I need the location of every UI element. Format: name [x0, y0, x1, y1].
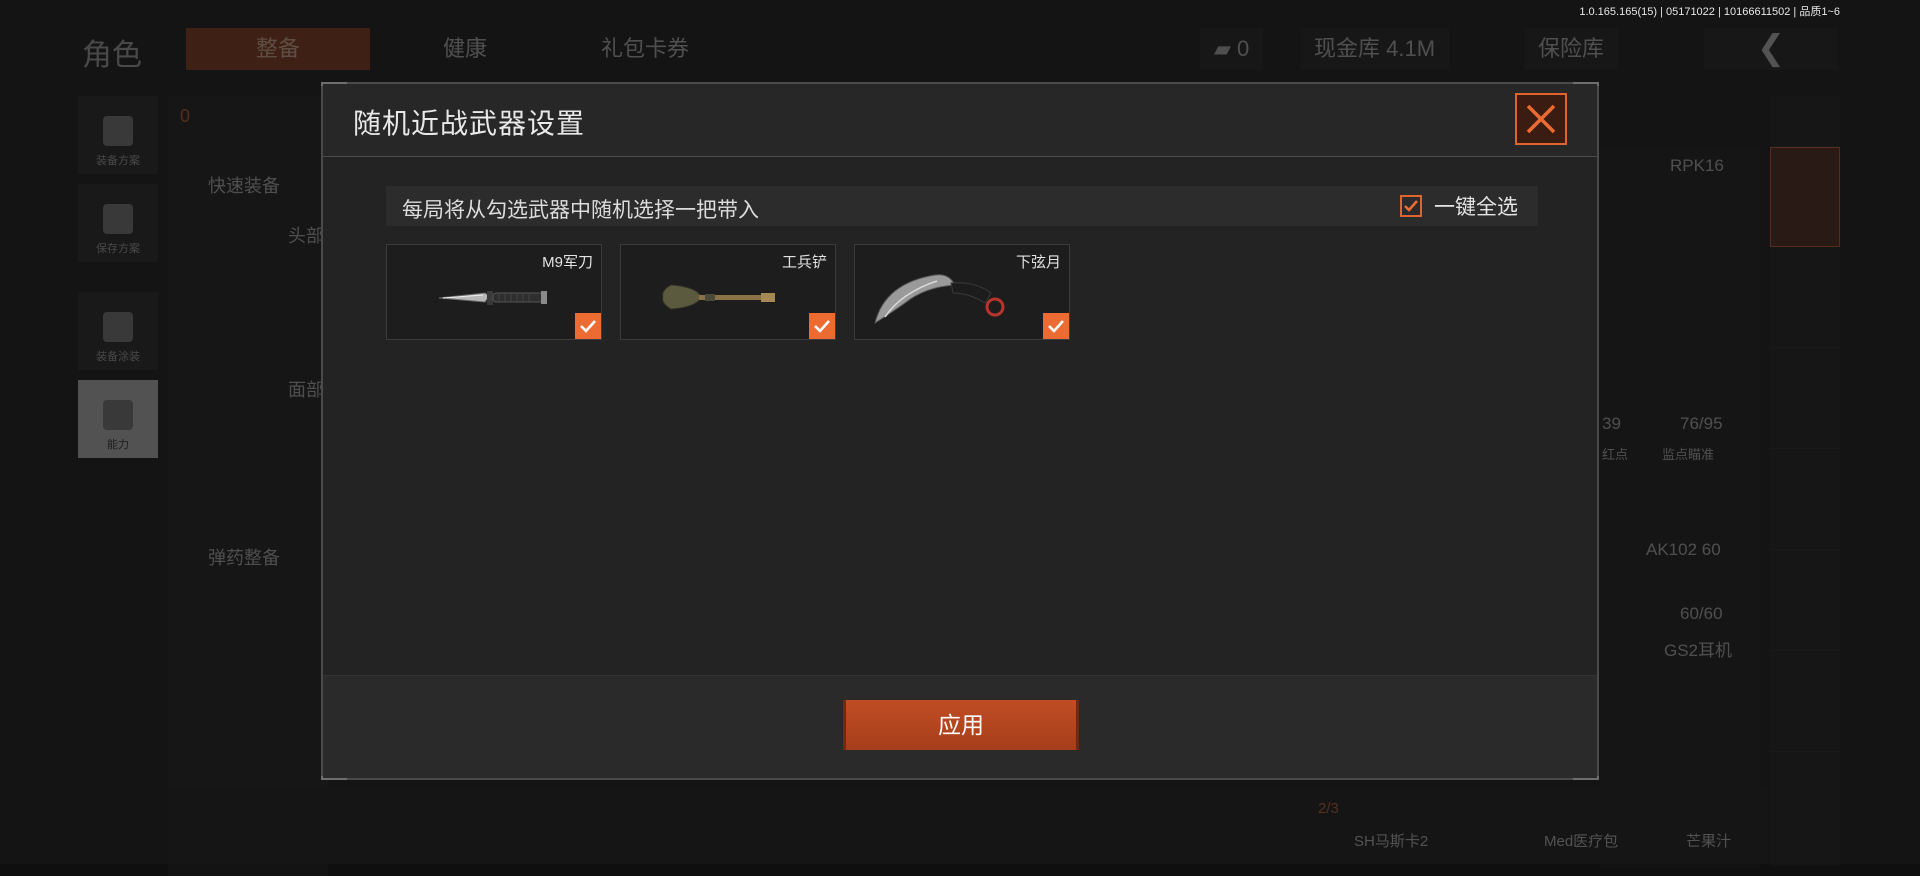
select-all-checkbox[interactable]: [1400, 195, 1422, 217]
insurance-vault[interactable]: 保险库: [1524, 28, 1618, 70]
rail-label: 保存方案: [96, 240, 140, 256]
cash-vault[interactable]: 现金库 4.1M: [1300, 28, 1449, 70]
rail-slot[interactable]: [1770, 449, 1840, 550]
dialog-header: 随机近战武器设置: [323, 84, 1597, 157]
tab-health[interactable]: 健康: [400, 28, 530, 70]
rail-label: 装备涂装: [96, 348, 140, 364]
bottom-item-3: 芒果汁: [1686, 830, 1731, 851]
select-all-toggle[interactable]: 一键全选: [1400, 192, 1518, 220]
weapon-card-karambit[interactable]: 下弦月: [854, 244, 1070, 340]
dialog-footer: 应用: [323, 675, 1597, 778]
currency-value: 0: [1237, 36, 1249, 61]
right-rail: [1770, 96, 1840, 866]
sight-label: 监点瞄准: [1662, 444, 1714, 463]
weapon-card-shovel[interactable]: 工兵铲: [620, 244, 836, 340]
rail-skin[interactable]: 装备涂装: [78, 292, 158, 370]
info-bar: 每局将从勾选武器中随机选择一把带入 一键全选: [386, 186, 1538, 226]
back-button[interactable]: ❮: [1704, 28, 1838, 70]
head-label: 头部: [288, 222, 324, 248]
rail-slot[interactable]: [1770, 247, 1840, 348]
left-equip-panel: 0 快速装备 头部 面部 弹药整备: [168, 96, 328, 876]
ammo2-label: 76/95: [1680, 414, 1723, 434]
build-info: 1.0.165.165(15) | 05171022 | 10166611502…: [1579, 3, 1840, 19]
select-all-label: 一键全选: [1434, 191, 1518, 221]
checkmark-icon: [813, 318, 831, 334]
ammo1-label: 39: [1602, 414, 1621, 434]
shovel-icon: [641, 271, 801, 321]
rail-slot-selected[interactable]: [1770, 147, 1840, 247]
helmet-icon: [103, 312, 133, 342]
dialog-title: 随机近战武器设置: [353, 102, 585, 142]
lightning-hex-icon: [103, 400, 133, 430]
red-dot-label: 红点: [1602, 444, 1628, 463]
random-melee-settings-dialog: 随机近战武器设置 每局将从勾选武器中随机选择一把带入 一键全选 M9军刀: [321, 82, 1599, 780]
currency-counter: ▰ 0: [1200, 28, 1263, 70]
rail-label: 能力: [107, 436, 129, 452]
rail-label: 装备方案: [96, 152, 140, 168]
bottom-item-1: SH马斯卡2: [1354, 830, 1428, 851]
rail-slot[interactable]: [1770, 348, 1840, 449]
weapon-checkbox[interactable]: [809, 313, 835, 339]
checkmark-icon: [579, 318, 597, 334]
role-title: 角色: [82, 30, 142, 74]
info-text: 每局将从勾选武器中随机选择一把带入: [402, 194, 759, 224]
close-icon: [1525, 103, 1557, 135]
weapon-checkbox[interactable]: [1043, 313, 1069, 339]
download-icon: [103, 204, 133, 234]
top-bar: 角色 整备 健康 礼包卡券 ▰ 0 现金库 4.1M 保险库 ❮: [0, 20, 1920, 76]
weapon-name: M9军刀: [542, 251, 593, 272]
rail-slot[interactable]: [1770, 96, 1840, 147]
headset-label: GS2耳机: [1664, 636, 1732, 661]
rail-equip-plan[interactable]: 装备方案: [78, 96, 158, 174]
item-count: 2/3: [1318, 800, 1339, 817]
ak-label: AK102 60: [1646, 540, 1721, 560]
rail-ability[interactable]: 能力: [78, 380, 158, 458]
rail-slot[interactable]: [1770, 550, 1840, 651]
ammo-label[interactable]: 弹药整备: [208, 544, 280, 570]
weapon-card-m9[interactable]: M9军刀: [386, 244, 602, 340]
close-button[interactable]: [1515, 93, 1567, 145]
quick-equip-label[interactable]: 快速装备: [208, 172, 280, 198]
tab-equip[interactable]: 整备: [186, 28, 370, 70]
left-rail: 装备方案 保存方案 装备涂装 能力: [78, 96, 158, 468]
tab-gift-coupons[interactable]: 礼包卡券: [560, 28, 730, 70]
chevron-left-icon: ❮: [1757, 29, 1786, 67]
apply-button[interactable]: 应用: [843, 700, 1079, 750]
rpk-label: RPK16: [1670, 156, 1724, 176]
vest-icon: [103, 116, 133, 146]
weapon-name: 工兵铲: [782, 251, 827, 272]
right-weapon-panel: RPK16 39 76/95 红点 监点瞄准 AK102 60 60/60 GS…: [1600, 150, 1760, 870]
rail-slot[interactable]: [1770, 651, 1840, 752]
checkmark-icon: [1403, 198, 1419, 214]
bayonet-knife-icon: [407, 271, 557, 321]
bottom-inventory-strip: 2/3 SH马斯卡2 Med医疗包 芒果汁: [168, 786, 1768, 864]
rail-save-plan[interactable]: 保存方案: [78, 184, 158, 262]
checkmark-icon: [1047, 318, 1065, 334]
face-label: 面部: [288, 376, 324, 402]
currency-icon: ▰: [1214, 36, 1237, 61]
weapon-checkbox[interactable]: [575, 313, 601, 339]
bottom-item-2: Med医疗包: [1544, 830, 1618, 851]
ak-ammo-label: 60/60: [1680, 604, 1723, 624]
karambit-icon: [865, 263, 1025, 329]
armor-count: 0: [180, 106, 190, 127]
